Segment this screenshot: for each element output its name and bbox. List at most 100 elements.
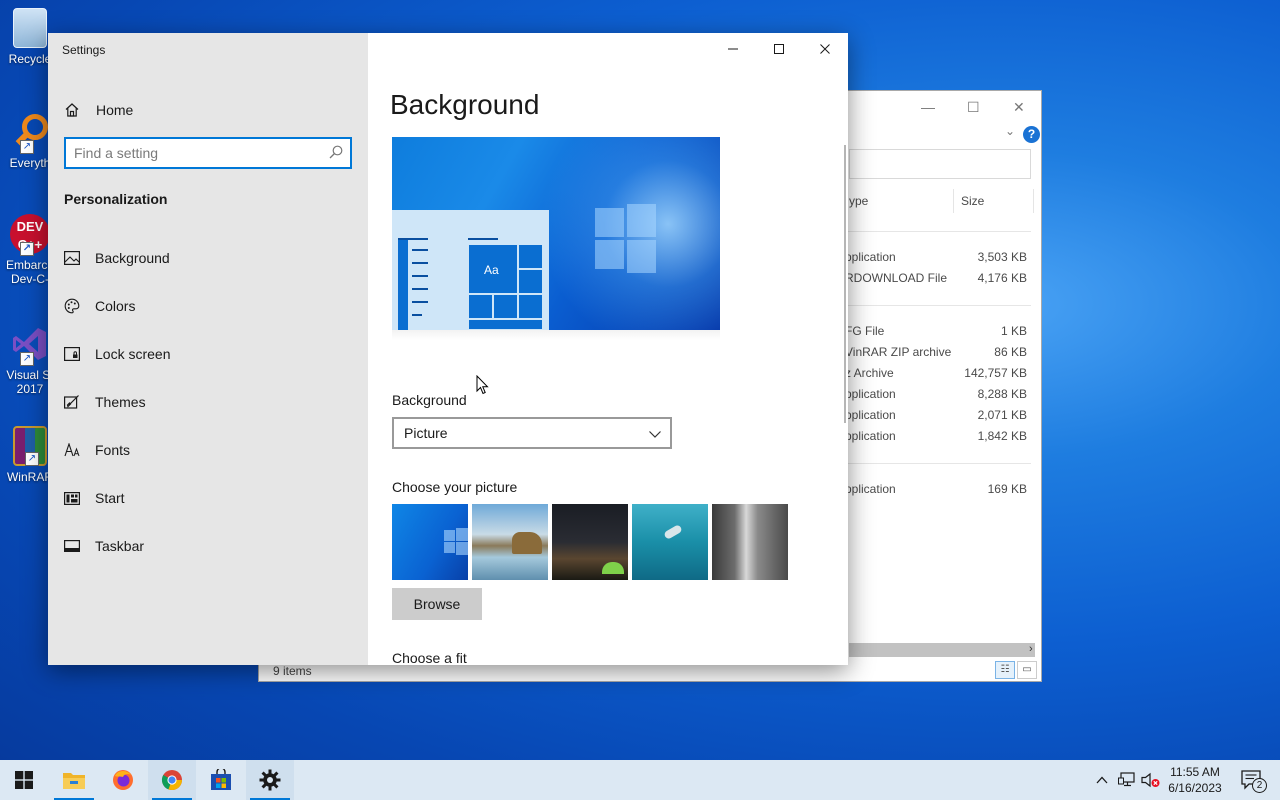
settings-content-pane: Background Aa Background Picture Choose … xyxy=(368,33,848,665)
taskbar-clock[interactable]: 11:55 AM 6/16/2023 xyxy=(1162,764,1228,796)
help-icon[interactable]: ? xyxy=(1023,126,1040,143)
nav-item-label: Themes xyxy=(95,394,146,410)
search-icon[interactable] xyxy=(328,144,344,160)
preview-line xyxy=(412,275,428,277)
taskbar-firefox[interactable] xyxy=(99,760,147,800)
nav-item-themes[interactable]: Themes xyxy=(64,390,354,414)
picture-thumbnail-beach[interactable] xyxy=(472,504,548,580)
taskbar-chrome[interactable] xyxy=(148,760,196,800)
file-row[interactable]: pplication 169 KB xyxy=(845,478,1029,499)
shortcut-arrow-icon: ↗ xyxy=(20,242,34,256)
preview-tile xyxy=(518,269,543,294)
picture-thumbnail-waterfall[interactable] xyxy=(712,504,788,580)
explorer-search-input[interactable] xyxy=(849,149,1031,179)
palette-icon xyxy=(64,298,80,314)
column-divider[interactable] xyxy=(1033,189,1034,213)
preview-line xyxy=(468,238,498,240)
nav-item-start[interactable]: Start xyxy=(64,486,354,510)
page-title: Background xyxy=(390,89,540,120)
settings-window[interactable]: Settings Home Personalization Background… xyxy=(48,33,848,665)
windows-start-icon xyxy=(15,771,33,789)
background-label: Background xyxy=(392,392,467,408)
section-heading: Personalization xyxy=(64,191,168,207)
status-item-count: 9 items xyxy=(273,664,312,678)
explorer-maximize-button[interactable]: ☐ xyxy=(967,99,980,116)
details-view-button[interactable]: ☷ xyxy=(995,661,1015,679)
nav-item-taskbar[interactable]: Taskbar xyxy=(64,534,354,558)
clock-time: 11:55 AM xyxy=(1170,765,1220,779)
desktop-preview: Aa xyxy=(392,137,720,330)
nav-home-label: Home xyxy=(96,102,134,118)
large-icons-view-button[interactable]: ▭ xyxy=(1017,661,1037,679)
column-header-type[interactable]: ype xyxy=(849,194,868,208)
file-row[interactable]: FG File 1 KB xyxy=(845,320,1029,341)
nav-item-label: Taskbar xyxy=(95,538,145,554)
nav-item-colors[interactable]: Colors xyxy=(64,294,354,318)
window-title: Settings xyxy=(62,43,106,57)
ribbon-expand-chevron-icon[interactable]: ⌄ xyxy=(1005,124,1015,138)
chevron-down-icon xyxy=(649,431,661,438)
explorer-minimize-button[interactable]: — xyxy=(921,99,935,115)
nav-item-label: Background xyxy=(95,250,170,266)
file-row[interactable]: pplication 2,071 KB xyxy=(845,404,1029,425)
nav-item-label: Fonts xyxy=(95,442,131,458)
browse-button[interactable]: Browse xyxy=(392,588,482,620)
background-type-dropdown[interactable]: Picture xyxy=(392,417,672,449)
file-row[interactable]: z Archive 142,757 KB xyxy=(845,362,1029,383)
explorer-close-button[interactable]: ✕ xyxy=(1013,99,1025,116)
shortcut-arrow-icon: ↗ xyxy=(25,452,39,466)
dropdown-selected-value: Picture xyxy=(404,425,448,441)
taskbar-file-explorer[interactable] xyxy=(50,760,98,800)
nav-home[interactable]: Home xyxy=(64,97,354,123)
volume-button[interactable] xyxy=(1140,760,1162,800)
picture-thumbnail-night-sky[interactable] xyxy=(552,504,628,580)
vertical-scrollbar[interactable] xyxy=(844,145,846,423)
windows-logo-icon xyxy=(444,528,468,555)
scroll-right-arrow-icon[interactable]: › xyxy=(1029,643,1033,655)
nav-item-label: Start xyxy=(95,490,125,506)
nav-item-lock-screen[interactable]: Lock screen xyxy=(64,342,354,366)
action-center-button[interactable]: 2 xyxy=(1232,760,1272,800)
preview-tile xyxy=(518,294,543,319)
nav-item-background[interactable]: Background xyxy=(64,246,354,270)
settings-nav-pane: Settings Home Personalization Background… xyxy=(48,33,368,665)
group-separator xyxy=(845,231,1031,232)
taskbar-icon xyxy=(64,538,80,554)
show-hidden-icons-button[interactable] xyxy=(1092,760,1112,800)
taskbar-store[interactable] xyxy=(197,760,245,800)
shortcut-arrow-icon: ↗ xyxy=(20,352,34,366)
folder-icon xyxy=(63,773,85,789)
swimmer-figure xyxy=(663,524,683,540)
gear-icon xyxy=(259,769,281,791)
preview-tile xyxy=(468,294,493,319)
horizontal-scrollbar[interactable] xyxy=(849,643,1035,657)
visual-studio-icon: ↗ xyxy=(10,324,50,366)
nav-item-label: Lock screen xyxy=(95,346,171,362)
column-divider[interactable] xyxy=(953,189,954,213)
network-icon xyxy=(1118,772,1135,787)
start-button[interactable] xyxy=(0,760,48,800)
themes-icon xyxy=(64,394,80,410)
picture-thumbnail-underwater[interactable] xyxy=(632,504,708,580)
search-input[interactable] xyxy=(74,144,324,162)
group-separator xyxy=(845,463,1031,464)
column-header-size[interactable]: Size xyxy=(961,194,984,208)
file-row[interactable]: pplication 8,288 KB xyxy=(845,383,1029,404)
file-row[interactable]: pplication 1,842 KB xyxy=(845,425,1029,446)
lock-screen-icon xyxy=(64,346,80,362)
settings-search-box[interactable] xyxy=(64,137,352,169)
file-row[interactable]: pplication 3,503 KB xyxy=(845,246,1029,267)
file-row[interactable]: RDOWNLOAD File 4,176 KB xyxy=(845,267,1029,288)
everything-search-icon: ↗ xyxy=(10,112,50,154)
nav-item-fonts[interactable]: Fonts xyxy=(64,438,354,462)
network-status-button[interactable] xyxy=(1116,760,1138,800)
taskbar-settings[interactable] xyxy=(246,760,294,800)
preview-line xyxy=(412,288,428,290)
preview-line xyxy=(412,262,428,264)
shortcut-arrow-icon: ↗ xyxy=(20,140,34,154)
picture-thumbnail-windows[interactable] xyxy=(392,504,468,580)
taskbar: 11:55 AM 6/16/2023 2 xyxy=(0,760,1280,800)
file-row[interactable]: VinRAR ZIP archive 86 KB xyxy=(845,341,1029,362)
preview-line xyxy=(398,238,428,240)
chevron-up-icon xyxy=(1096,776,1108,784)
